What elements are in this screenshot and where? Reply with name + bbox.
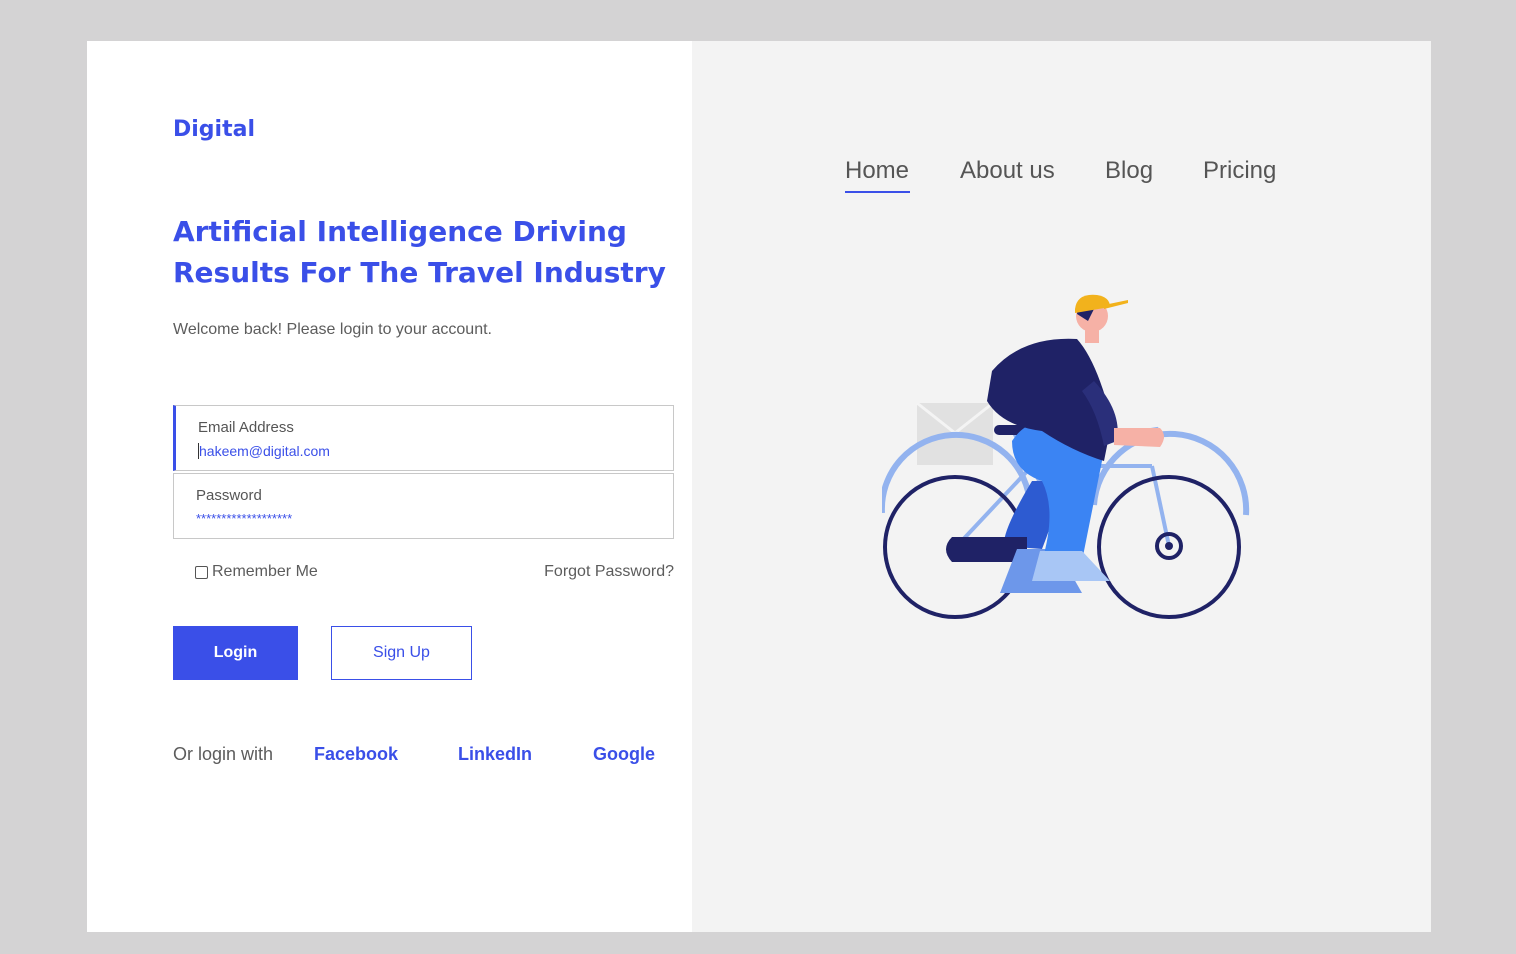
page-headline: Artificial Intelligence Driving Results …: [173, 211, 693, 293]
remember-me[interactable]: Remember Me: [195, 563, 318, 581]
email-field[interactable]: Email Address hakeem@digital.com: [173, 405, 674, 471]
headline-line-1: Artificial Intelligence Driving: [173, 215, 627, 248]
social-login-label: Or login with: [173, 744, 274, 764]
facebook-login-link[interactable]: Facebook: [314, 744, 398, 765]
nav-item-about[interactable]: About us: [960, 157, 1055, 185]
password-input[interactable]: *******************: [196, 511, 636, 526]
nav-item-pricing[interactable]: Pricing: [1203, 157, 1276, 185]
brand-logo[interactable]: Digital: [173, 117, 255, 142]
password-field[interactable]: Password *******************: [173, 473, 674, 539]
remember-checkbox[interactable]: [195, 565, 208, 579]
login-card: Digital Artificial Intelligence Driving …: [87, 41, 1431, 932]
cyclist-icon: [878, 281, 1262, 636]
nav-active-indicator: [845, 191, 910, 193]
login-panel: Digital Artificial Intelligence Driving …: [87, 41, 692, 932]
nav-item-home[interactable]: Home: [845, 157, 909, 185]
login-button[interactable]: Login: [173, 626, 298, 680]
remember-label: Remember Me: [212, 563, 318, 580]
email-label: Email Address: [198, 419, 294, 436]
nav-item-blog[interactable]: Blog: [1105, 157, 1153, 185]
password-label: Password: [196, 487, 262, 504]
signup-button[interactable]: Sign Up: [331, 626, 472, 680]
linkedin-login-link[interactable]: LinkedIn: [458, 744, 532, 765]
google-login-link[interactable]: Google: [593, 744, 655, 765]
welcome-subtitle: Welcome back! Please login to your accou…: [173, 321, 492, 338]
email-input[interactable]: hakeem@digital.com: [198, 443, 639, 459]
forgot-password-link[interactable]: Forgot Password?: [544, 563, 674, 581]
headline-line-2: Results For The Travel Industry: [173, 256, 666, 289]
hero-panel: Home About us Blog Pricing: [692, 41, 1431, 932]
